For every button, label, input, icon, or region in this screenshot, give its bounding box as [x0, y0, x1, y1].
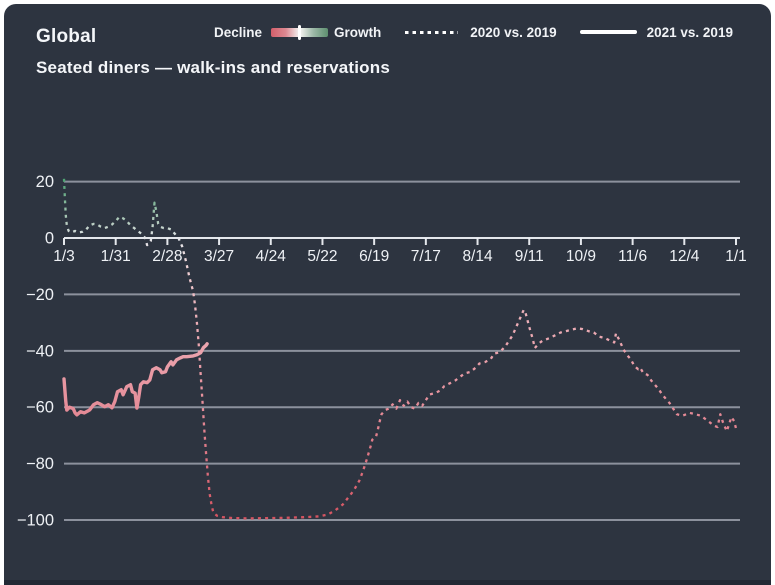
- chart-canvas: 20 0 −20 −40 −60 −80 −100 1/3 1/31 2/28 3/27 4/24 5/…: [0, 0, 775, 585]
- y-tick-label-−80: −80: [26, 455, 54, 473]
- x-tick-label-10/9: 10/9: [566, 248, 596, 265]
- series-line-2021-2019: [64, 344, 207, 415]
- solid-line-sample-icon: [580, 30, 637, 34]
- legend-2021-label: 2021 vs. 2019: [647, 25, 733, 40]
- y-tick-label-−40: −40: [26, 342, 54, 360]
- x-tick-label-8/14: 8/14: [462, 248, 493, 265]
- legend-2020-label: 2020 vs. 2019: [470, 25, 556, 40]
- x-tick-label-7/17: 7/17: [411, 248, 441, 265]
- x-tick-label-1/31: 1/31: [101, 248, 131, 265]
- x-tick-label-1/1: 1/1: [725, 248, 747, 265]
- x-tick-label-11/6: 11/6: [618, 248, 647, 265]
- chart-subtitle: Seated diners — walk-ins and reservation…: [36, 58, 390, 78]
- legend-decline-label: Decline: [214, 25, 262, 40]
- x-tick-label-1/3: 1/3: [53, 248, 75, 265]
- y-tick-label-−60: −60: [26, 399, 54, 417]
- y-tick-label-−20: −20: [26, 286, 54, 304]
- x-tick-label-6/19: 6/19: [359, 248, 389, 265]
- x-tick-label-12/4: 12/4: [669, 248, 700, 265]
- y-tick-label-−100: −100: [17, 512, 54, 530]
- series-line-2020-2019: [64, 179, 736, 519]
- x-tick-label-9/11: 9/11: [515, 248, 544, 265]
- y-tick-label-20: 20: [36, 173, 54, 191]
- gradient-midpoint-tick: [298, 25, 301, 40]
- x-tick-label-5/22: 5/22: [307, 248, 337, 265]
- x-tick-label-3/27: 3/27: [204, 248, 234, 265]
- screenshot-stage: Global Seated diners — walk-ins and rese…: [0, 0, 775, 585]
- dashed-line-sample-icon: [405, 31, 458, 34]
- y-tick-label-0: 0: [45, 230, 54, 248]
- x-tick-label-2/28: 2/28: [152, 248, 182, 265]
- decline-growth-gradient-bar: [271, 28, 328, 37]
- legend-growth-label: Growth: [334, 25, 381, 40]
- chart-legend: Decline Growth 2020 vs. 2019 2021 vs. 20…: [214, 21, 733, 43]
- x-tick-label-4/24: 4/24: [256, 248, 287, 265]
